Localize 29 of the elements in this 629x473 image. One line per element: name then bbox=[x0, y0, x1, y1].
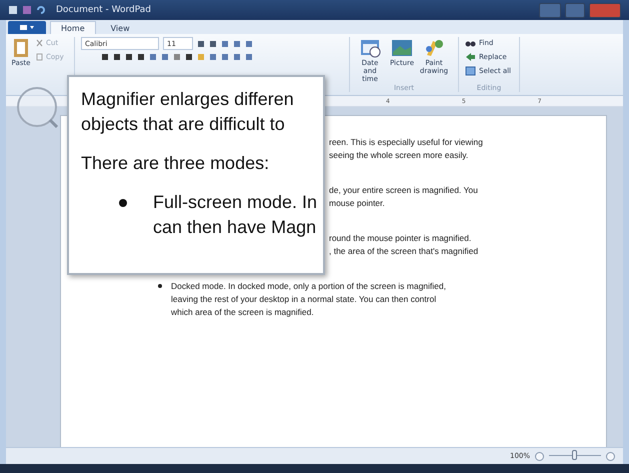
close-button[interactable] bbox=[589, 2, 621, 18]
app-icon[interactable] bbox=[8, 5, 18, 15]
magnified-text: There are three modes: bbox=[81, 152, 270, 175]
magnified-text: Magnifier enlarges differen objects that are difficult to bbox=[81, 88, 294, 136]
magnified-text: Full-screen mode. In can then have Magn bbox=[153, 190, 318, 240]
bullet-icon bbox=[158, 284, 162, 288]
picture-icon bbox=[391, 37, 413, 59]
document-text: de, your entire screen is magnified. You mouse pointer. bbox=[329, 184, 478, 210]
copy-icon bbox=[36, 52, 43, 60]
document-text: round the mouse pointer is magnified. , the area of the screen that's magnified bbox=[329, 232, 478, 258]
ribbon-tab[interactable]: Home bbox=[50, 21, 96, 34]
document-caret-icon bbox=[19, 24, 35, 31]
zoom-in-button[interactable] bbox=[606, 452, 615, 460]
save-icon[interactable] bbox=[22, 5, 32, 15]
document-text: reen. This is especially useful for viewing seeing the whole screen more easily. bbox=[329, 136, 483, 162]
clipboard-icon bbox=[12, 37, 30, 59]
window-title: Document - WordPad bbox=[56, 5, 152, 15]
undo-icon[interactable] bbox=[36, 5, 46, 15]
bullet-icon bbox=[119, 199, 127, 207]
document-text: Docked mode. In docked mode, only a portion of the screen is magnified, leaving the rest of your desktop in a normal state. You can then control which area of the screen is magnified. bbox=[171, 280, 446, 319]
select-all-icon bbox=[465, 66, 476, 76]
replace-icon bbox=[465, 51, 476, 62]
calendar-clock-icon bbox=[359, 37, 381, 59]
zoom-out-button[interactable] bbox=[535, 452, 544, 460]
scissors-icon bbox=[36, 38, 43, 46]
paint-brush-icon bbox=[423, 37, 445, 59]
magnifier-icon[interactable] bbox=[16, 86, 58, 128]
app-menu-button[interactable] bbox=[8, 21, 46, 34]
ribbon-tab[interactable]: View bbox=[100, 21, 141, 34]
